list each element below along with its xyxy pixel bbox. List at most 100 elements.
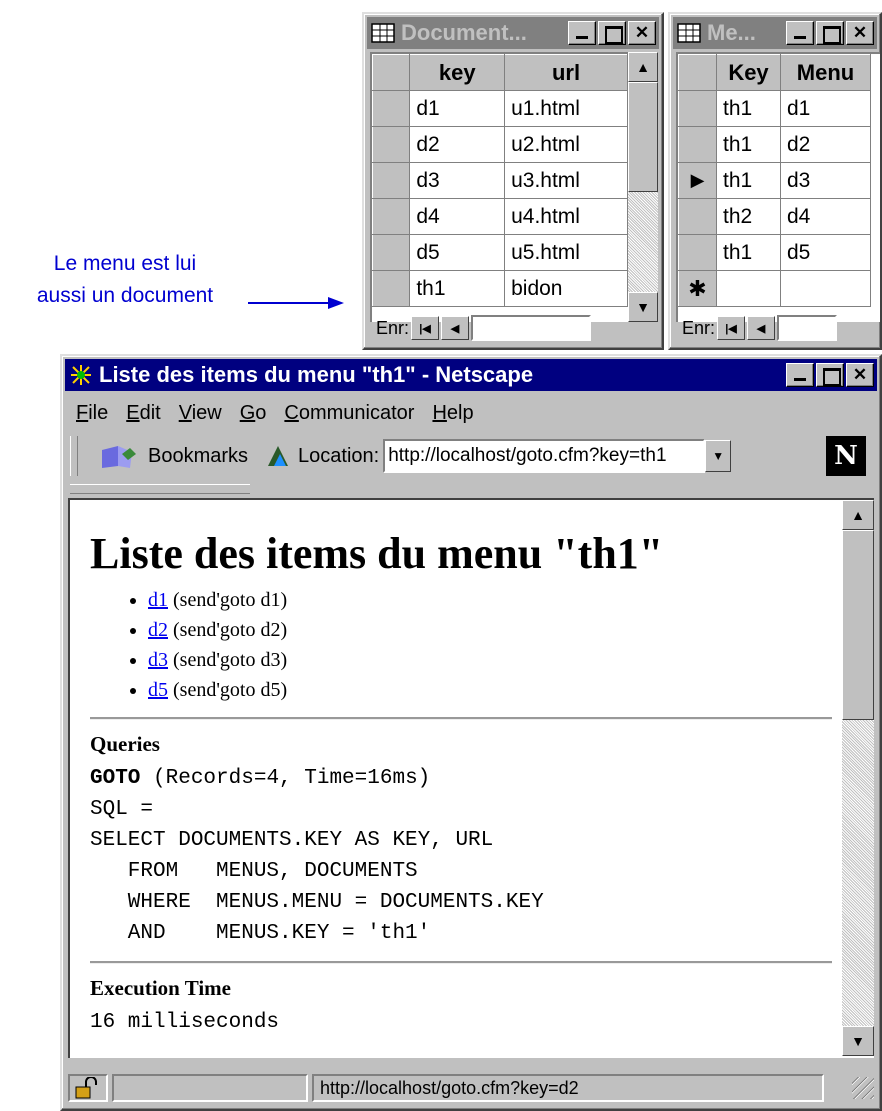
table-row[interactable]: d2 u2.html bbox=[372, 126, 628, 163]
menu-edit[interactable]: Edit bbox=[126, 402, 160, 425]
cell-url[interactable]: u3.html bbox=[504, 162, 628, 199]
row-selector[interactable] bbox=[678, 198, 717, 235]
scroll-thumb[interactable] bbox=[628, 82, 658, 192]
row-selector[interactable] bbox=[372, 198, 411, 235]
cell-key[interactable]: th2 bbox=[716, 198, 781, 235]
cell-url[interactable]: bidon bbox=[504, 270, 628, 307]
previous-record-button[interactable]: ◀ bbox=[441, 316, 470, 340]
row-selector-new[interactable]: ✱ bbox=[678, 270, 717, 307]
scroll-up-button[interactable]: ▲ bbox=[842, 500, 874, 530]
row-selector[interactable] bbox=[678, 234, 717, 271]
row-selector-current[interactable]: ▶ bbox=[678, 162, 717, 199]
row-selector[interactable] bbox=[372, 90, 411, 127]
link-d1[interactable]: d1 bbox=[148, 589, 168, 611]
table-row[interactable]: ▶ th1 d3 bbox=[678, 162, 871, 199]
row-selector[interactable] bbox=[678, 90, 717, 127]
cell-menu[interactable]: d1 bbox=[780, 90, 871, 127]
cell-url[interactable]: u1.html bbox=[504, 90, 628, 127]
cell-key[interactable] bbox=[716, 270, 781, 307]
column-header-key[interactable]: key bbox=[409, 54, 506, 91]
table-row[interactable]: th2 d4 bbox=[678, 198, 871, 235]
close-button[interactable] bbox=[628, 21, 656, 45]
maximize-button[interactable] bbox=[816, 21, 844, 45]
table-row[interactable]: th1 d1 bbox=[678, 90, 871, 127]
cell-key[interactable]: d1 bbox=[409, 90, 506, 127]
column-header-menu[interactable]: Menu bbox=[780, 54, 871, 91]
documents-titlebar[interactable]: Document... bbox=[367, 17, 659, 49]
resize-grip[interactable] bbox=[852, 1077, 874, 1099]
record-number-field[interactable] bbox=[777, 315, 838, 341]
toolbar-grip[interactable] bbox=[70, 436, 78, 476]
first-record-button[interactable]: |◀ bbox=[717, 316, 746, 340]
menu-help[interactable]: Help bbox=[432, 402, 473, 425]
menu-file[interactable]: File bbox=[76, 402, 108, 425]
menu-go[interactable]: Go bbox=[240, 402, 267, 425]
cell-key[interactable]: th1 bbox=[716, 126, 781, 163]
netscape-titlebar[interactable]: Liste des items du menu "th1" - Netscape bbox=[65, 359, 877, 391]
close-button[interactable] bbox=[846, 21, 874, 45]
netscape-logo[interactable]: N bbox=[826, 436, 866, 476]
minimize-button[interactable] bbox=[786, 363, 814, 387]
scroll-down-button[interactable]: ▼ bbox=[842, 1026, 874, 1056]
cell-menu[interactable]: d4 bbox=[780, 198, 871, 235]
table-row[interactable]: th1 bidon bbox=[372, 270, 628, 307]
table-row[interactable]: d3 u3.html bbox=[372, 162, 628, 199]
table-row[interactable]: d4 u4.html bbox=[372, 198, 628, 235]
maximize-button[interactable] bbox=[598, 21, 626, 45]
record-number-field[interactable] bbox=[471, 315, 592, 341]
table-row[interactable]: th1 d5 bbox=[678, 234, 871, 271]
annotation-arrow-icon bbox=[248, 297, 344, 309]
cell-url[interactable]: u2.html bbox=[504, 126, 628, 163]
row-selector[interactable] bbox=[372, 162, 411, 199]
link-d2[interactable]: d2 bbox=[148, 619, 168, 641]
select-all-header[interactable] bbox=[678, 54, 717, 91]
table-row[interactable]: d5 u5.html bbox=[372, 234, 628, 271]
row-selector[interactable] bbox=[372, 234, 411, 271]
personal-toolbar-tabs[interactable] bbox=[70, 484, 250, 494]
previous-record-button[interactable]: ◀ bbox=[747, 316, 776, 340]
page-scrollbar[interactable]: ▲ ▼ bbox=[842, 500, 874, 1056]
cell-url[interactable]: u5.html bbox=[504, 234, 628, 271]
cell-url[interactable]: u4.html bbox=[504, 198, 628, 235]
cell-key[interactable]: th1 bbox=[716, 234, 781, 271]
security-panel[interactable] bbox=[68, 1074, 108, 1102]
cell-menu[interactable]: d3 bbox=[780, 162, 871, 199]
row-selector[interactable] bbox=[372, 270, 411, 307]
table-row[interactable]: d1 u1.html bbox=[372, 90, 628, 127]
cell-menu[interactable] bbox=[780, 270, 871, 307]
cell-key[interactable]: th1 bbox=[716, 162, 781, 199]
cell-key[interactable]: th1 bbox=[716, 90, 781, 127]
cell-key[interactable]: d4 bbox=[409, 198, 506, 235]
link-d3[interactable]: d3 bbox=[148, 649, 168, 671]
item-description: (send'goto d5) bbox=[168, 679, 288, 701]
documents-scrollbar[interactable]: ▲ ▼ bbox=[628, 52, 658, 322]
minimize-button[interactable] bbox=[786, 21, 814, 45]
minimize-button[interactable] bbox=[568, 21, 596, 45]
menu-view[interactable]: View bbox=[179, 402, 222, 425]
location-dropdown-button[interactable]: ▼ bbox=[705, 440, 732, 472]
table-row-new[interactable]: ✱ bbox=[678, 270, 871, 307]
cell-menu[interactable]: d2 bbox=[780, 126, 871, 163]
row-selector[interactable] bbox=[678, 126, 717, 163]
link-d5[interactable]: d5 bbox=[148, 679, 168, 701]
cell-key[interactable]: d5 bbox=[409, 234, 506, 271]
column-header-url[interactable]: url bbox=[504, 54, 628, 91]
maximize-button[interactable] bbox=[816, 363, 844, 387]
table-row[interactable]: th1 d2 bbox=[678, 126, 871, 163]
cell-menu[interactable]: d5 bbox=[780, 234, 871, 271]
menu-communicator[interactable]: Communicator bbox=[284, 402, 414, 425]
bookmarks-button[interactable]: Bookmarks bbox=[148, 445, 248, 468]
first-record-button[interactable]: |◀ bbox=[411, 316, 440, 340]
close-button[interactable] bbox=[846, 363, 874, 387]
menus-titlebar[interactable]: Me... bbox=[673, 17, 877, 49]
column-header-key[interactable]: Key bbox=[716, 54, 781, 91]
scroll-up-button[interactable]: ▲ bbox=[628, 52, 658, 82]
cell-key[interactable]: th1 bbox=[409, 270, 506, 307]
bookmarks-icon[interactable] bbox=[100, 442, 140, 470]
cell-key[interactable]: d2 bbox=[409, 126, 506, 163]
row-selector[interactable] bbox=[372, 126, 411, 163]
location-input[interactable]: http://localhost/goto.cfm?key=th1 bbox=[383, 439, 706, 473]
select-all-header[interactable] bbox=[372, 54, 411, 91]
scroll-thumb[interactable] bbox=[842, 530, 874, 720]
cell-key[interactable]: d3 bbox=[409, 162, 506, 199]
